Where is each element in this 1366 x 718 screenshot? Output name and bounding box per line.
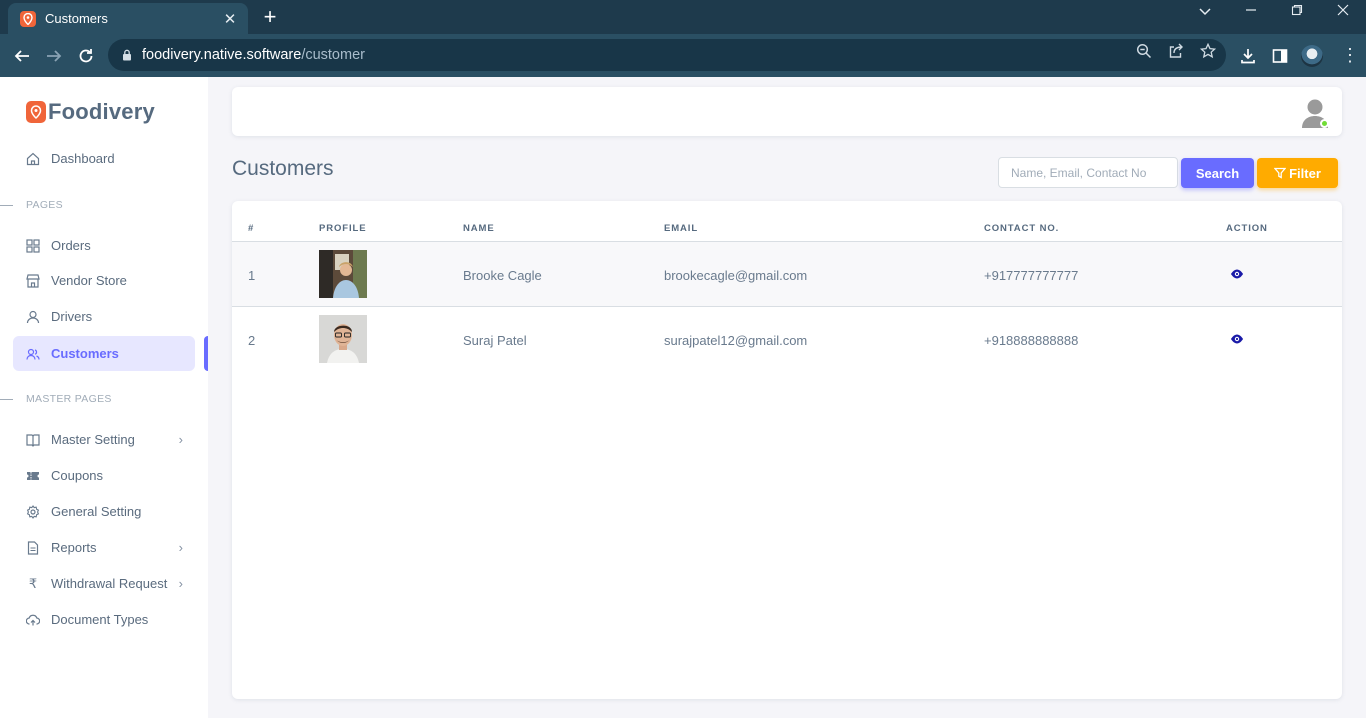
customer-contact: +917777777777 xyxy=(984,268,1079,283)
filter-button[interactable]: Filter xyxy=(1257,158,1338,188)
customer-name: Suraj Patel xyxy=(463,333,527,348)
minimize-icon[interactable] xyxy=(1236,4,1266,19)
side-panel-icon[interactable] xyxy=(1270,46,1290,66)
filter-label: Filter xyxy=(1289,165,1321,181)
sidebar-item-drivers[interactable]: Drivers xyxy=(13,299,195,334)
sidebar-item-label: Orders xyxy=(51,238,91,253)
sidebar-item-orders[interactable]: Orders xyxy=(13,228,195,263)
brand-logo[interactable]: Foodivery xyxy=(26,99,155,125)
sidebar: Foodivery Dashboard PAGES Orders Vendor … xyxy=(0,77,208,718)
browser-menu-icon[interactable]: ⋮ xyxy=(1340,46,1360,66)
online-status-dot xyxy=(1320,119,1329,128)
sidebar-item-document-types[interactable]: Document Types xyxy=(13,602,195,637)
view-eye-icon[interactable] xyxy=(1230,267,1244,279)
section-header-master-pages: MASTER PAGES xyxy=(0,393,112,405)
column-header-contact: CONTACT NO. xyxy=(984,223,1060,234)
download-icon[interactable] xyxy=(1238,46,1258,66)
sidebar-item-label: Master Setting xyxy=(51,432,135,447)
sidebar-item-label: Vendor Store xyxy=(51,273,127,288)
lock-icon xyxy=(122,49,132,61)
home-icon xyxy=(25,151,41,167)
window-close-icon[interactable] xyxy=(1328,4,1358,19)
customer-contact: +918888888888 xyxy=(984,333,1079,348)
table-header: # PROFILE NAME EMAIL CONTACT NO. ACTION xyxy=(232,201,1342,242)
customer-profile-photo xyxy=(319,315,367,363)
customer-email: surajpatel12@gmail.com xyxy=(664,333,808,348)
url-path: /customer xyxy=(301,47,365,63)
logo-pin-icon xyxy=(26,101,46,123)
zoom-icon[interactable] xyxy=(1135,42,1153,60)
row-number: 1 xyxy=(248,268,256,283)
users-icon xyxy=(25,346,41,362)
view-eye-icon[interactable] xyxy=(1230,332,1244,344)
report-icon xyxy=(25,540,41,556)
top-navbar xyxy=(232,87,1342,136)
chevron-right-icon: › xyxy=(178,432,183,447)
column-header-action: ACTION xyxy=(1226,223,1268,234)
sidebar-item-master-setting[interactable]: Master Setting › xyxy=(13,422,195,457)
customer-name: Brooke Cagle xyxy=(463,268,542,283)
forward-icon[interactable] xyxy=(42,44,66,68)
sidebar-item-customers[interactable]: Customers xyxy=(13,336,195,371)
browser-toolbar: foodivery.native.software/customer ⋮ xyxy=(0,34,1366,77)
filter-icon xyxy=(1274,167,1287,179)
tab-close-icon[interactable]: ✕ xyxy=(222,10,238,28)
grid-icon xyxy=(25,238,41,254)
chevron-right-icon: › xyxy=(178,540,183,555)
sidebar-item-dashboard[interactable]: Dashboard xyxy=(13,141,195,176)
store-icon xyxy=(25,273,41,289)
table-row: 2 Suraj Patel surajpatel12@gmail.com +91… xyxy=(232,307,1342,372)
sidebar-item-vendor-store[interactable]: Vendor Store xyxy=(13,263,195,298)
book-icon xyxy=(25,432,41,448)
browser-tab[interactable]: Customers ✕ xyxy=(8,3,248,34)
restore-icon[interactable] xyxy=(1282,4,1312,19)
column-header-name: NAME xyxy=(463,223,495,234)
sidebar-item-general-setting[interactable]: General Setting xyxy=(13,494,195,529)
chevron-right-icon: › xyxy=(178,576,183,591)
url-host: foodivery.native.software xyxy=(142,47,302,63)
column-header-profile: PROFILE xyxy=(319,223,367,234)
bookmark-star-icon[interactable] xyxy=(1199,42,1217,60)
active-indicator xyxy=(204,336,208,371)
address-bar[interactable]: foodivery.native.software/customer xyxy=(108,39,1226,71)
sidebar-item-label: Withdrawal Request xyxy=(51,576,168,591)
browser-profile-avatar[interactable] xyxy=(1301,45,1323,67)
gear-icon xyxy=(25,504,41,520)
tab-title: Customers xyxy=(45,11,108,26)
search-button[interactable]: Search xyxy=(1181,158,1254,188)
sidebar-item-label: Reports xyxy=(51,540,97,555)
sidebar-item-reports[interactable]: Reports › xyxy=(13,530,195,565)
brand-name: Foodivery xyxy=(48,99,155,124)
sidebar-item-label: Customers xyxy=(51,346,119,361)
customer-email: brookecagle@gmail.com xyxy=(664,268,808,283)
back-icon[interactable] xyxy=(10,44,34,68)
table-row: 1 Brooke Cagle brookecagle@gmail.com +91… xyxy=(232,242,1342,307)
ticket-icon xyxy=(25,468,41,484)
foodivery-favicon-icon xyxy=(20,10,36,27)
sidebar-item-withdrawal-request[interactable]: ₹ Withdrawal Request › xyxy=(13,566,195,601)
column-header-number: # xyxy=(248,223,255,234)
share-icon[interactable] xyxy=(1167,42,1185,60)
browser-tabbar: Customers ✕ + xyxy=(0,0,1366,34)
cloud-upload-icon xyxy=(25,612,41,628)
reload-icon[interactable] xyxy=(74,44,98,68)
row-number: 2 xyxy=(248,333,256,348)
sidebar-item-coupons[interactable]: Coupons xyxy=(13,458,195,493)
tab-search-icon[interactable] xyxy=(1190,4,1220,19)
section-header-pages: PAGES xyxy=(0,199,63,211)
customers-table-card: # PROFILE NAME EMAIL CONTACT NO. ACTION … xyxy=(232,201,1342,699)
page-title: Customers xyxy=(232,157,334,180)
column-header-email: EMAIL xyxy=(664,223,699,234)
customer-profile-photo xyxy=(319,250,367,298)
rupee-icon: ₹ xyxy=(28,575,38,591)
user-icon xyxy=(25,309,41,325)
search-input[interactable] xyxy=(998,157,1178,188)
sidebar-item-label: Dashboard xyxy=(51,151,115,166)
new-tab-icon[interactable]: + xyxy=(258,5,282,29)
sidebar-item-label: Drivers xyxy=(51,309,93,324)
sidebar-item-label: Coupons xyxy=(51,468,104,483)
sidebar-item-label: General Setting xyxy=(51,504,142,519)
sidebar-item-label: Document Types xyxy=(51,612,149,627)
